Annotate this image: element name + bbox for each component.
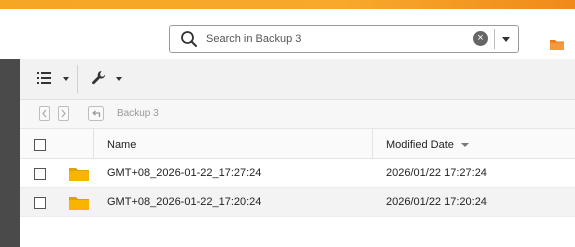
file-name: GMT+08_2026-01-22_17:20:24	[107, 196, 262, 208]
column-header-name[interactable]: Name	[107, 139, 136, 151]
search-box[interactable]: ×	[169, 25, 519, 53]
chevron-left-icon	[42, 109, 47, 118]
forward-button[interactable]	[58, 106, 69, 121]
modified-date: 2026/01/22 17:20:24	[386, 196, 487, 208]
table-row[interactable]: GMT+08_2026-01-22_17:27:24 2026/01/22 17…	[20, 159, 575, 188]
toolbar	[20, 59, 575, 100]
tools-button[interactable]	[86, 67, 126, 89]
search-divider	[494, 29, 495, 49]
file-name: GMT+08_2026-01-22_17:27:24	[107, 167, 262, 179]
folder-icon	[69, 197, 89, 210]
navigation-bar: Backup 3	[20, 100, 575, 128]
back-button[interactable]	[39, 106, 50, 121]
top-accent-bar	[0, 0, 575, 9]
breadcrumb[interactable]: Backup 3	[117, 108, 159, 119]
parent-folder-icon[interactable]	[88, 106, 104, 121]
sidebar-strip	[0, 59, 20, 247]
table-row[interactable]: GMT+08_2026-01-22_17:20:24 2026/01/22 17…	[20, 188, 575, 217]
chevron-right-icon	[61, 109, 66, 118]
folder-icon[interactable]	[549, 38, 565, 51]
list-icon	[37, 72, 51, 84]
column-divider	[93, 129, 94, 160]
select-all-checkbox[interactable]	[34, 139, 46, 151]
clear-icon[interactable]: ×	[473, 31, 488, 46]
chevron-down-icon	[63, 77, 69, 81]
column-header-modified-date[interactable]: Modified Date	[386, 139, 454, 151]
chevron-down-icon	[116, 77, 122, 81]
list-view-button[interactable]	[34, 67, 74, 89]
search-input[interactable]	[206, 30, 461, 48]
sort-descending-icon	[461, 143, 469, 147]
row-checkbox[interactable]	[34, 168, 46, 180]
file-table: Name Modified Date GMT+08_2026-01-22_17:…	[20, 128, 575, 217]
chevron-down-icon[interactable]	[502, 37, 510, 42]
folder-icon	[69, 168, 89, 181]
search-icon	[181, 31, 197, 47]
row-checkbox[interactable]	[34, 197, 46, 209]
table-header: Name Modified Date	[20, 128, 575, 160]
wrench-icon	[92, 71, 106, 85]
header: ×	[0, 9, 575, 60]
toolbar-divider	[77, 65, 78, 93]
column-divider[interactable]	[372, 129, 373, 160]
modified-date: 2026/01/22 17:27:24	[386, 167, 487, 179]
